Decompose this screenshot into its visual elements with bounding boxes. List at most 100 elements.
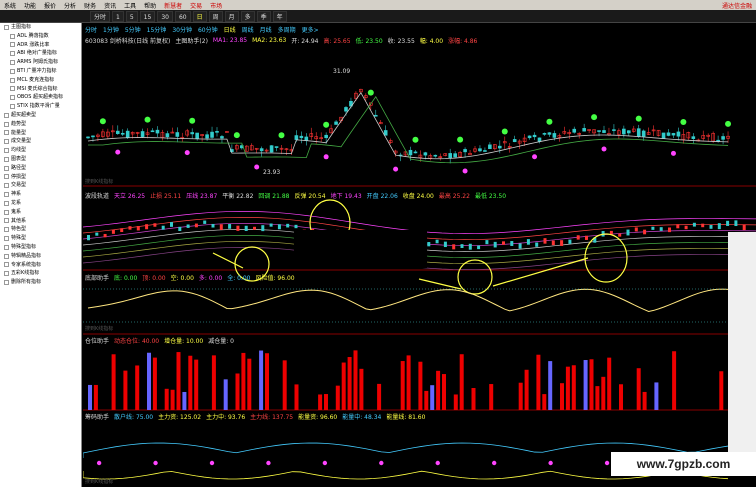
tree-item[interactable]: 主图指标 <box>0 23 81 32</box>
menu-item[interactable]: 新慧者 <box>160 1 186 10</box>
candle-body <box>542 133 547 135</box>
tree-item[interactable]: 特辑精品指标 <box>0 252 81 261</box>
position-bar <box>359 368 364 410</box>
candle-body <box>627 130 631 134</box>
position-value-1: 动态仓位: 40.00 <box>114 338 160 345</box>
tree-item[interactable]: 龙系 <box>0 199 81 208</box>
tree-item[interactable]: 专家系统指标 <box>0 261 81 270</box>
tree-item-label: BTI 广量冲力指标 <box>17 67 57 74</box>
tree-item[interactable]: ADL 腾落指数 <box>0 32 81 41</box>
tree-item[interactable]: MSI 麦氏综合指标 <box>0 85 81 94</box>
candle-body <box>691 136 696 139</box>
period-toolbar: 分时 1 5 15 30 60 日周月多季年 <box>0 10 756 23</box>
main-indicator-name[interactable]: 主图助手(2) <box>175 36 208 45</box>
menu-item[interactable]: 资讯 <box>100 1 120 10</box>
tree-item[interactable]: 均线型 <box>0 146 81 155</box>
menu-item[interactable]: 财务 <box>80 1 100 10</box>
period-tab[interactable]: 30分钟 <box>172 25 192 34</box>
period-tab[interactable]: 分时 <box>85 25 97 34</box>
menu-item[interactable]: 报价 <box>40 1 60 10</box>
tree-item[interactable]: 能量型 <box>0 129 81 138</box>
band-candle <box>535 242 539 247</box>
indicator-tree: 主图指标 ADL 腾落指数 ADR 涨跌比率 ABI 绝对广量指标 ARMS 阿姆氏指标… <box>0 23 82 487</box>
menu-item[interactable]: 交易 <box>186 1 206 10</box>
period-tab[interactable]: 更多> <box>302 25 319 34</box>
tree-item[interactable]: 成交量型 <box>0 137 81 146</box>
toolbar-period-button[interactable]: 分时 <box>90 10 111 22</box>
tree-item[interactable]: 其他系 <box>0 217 81 226</box>
band-value-11: 最低 23.50 <box>474 193 507 200</box>
toolbar-period-button[interactable]: 日 <box>192 10 207 22</box>
tree-item[interactable]: ARMS 阿姆氏指标 <box>0 58 81 67</box>
candle-body <box>478 148 482 152</box>
chip-marker <box>548 460 553 466</box>
period-tab[interactable]: 多周期 <box>278 25 296 34</box>
tree-item-label: 其他系 <box>11 217 27 224</box>
band-candle <box>692 222 696 227</box>
tree-item[interactable]: 停损型 <box>0 173 81 182</box>
chip-indicator-name[interactable]: 筹码助手 <box>85 412 109 421</box>
menu-item[interactable]: 工具 <box>120 1 140 10</box>
tree-item[interactable]: ABI 绝对广量指标 <box>0 49 81 58</box>
tree-item[interactable]: 特殊型指标 <box>0 243 81 252</box>
period-tab[interactable]: 日线 <box>224 25 236 34</box>
toolbar-period-button[interactable]: 60 <box>174 10 191 22</box>
tree-item[interactable]: 神系 <box>0 190 81 199</box>
period-tab[interactable]: 5分钟 <box>125 25 141 34</box>
highlight-circle <box>584 233 628 283</box>
tree-item[interactable]: 鬼系 <box>0 208 81 217</box>
candle-body <box>572 128 577 133</box>
menu-item[interactable]: 系统 <box>0 1 20 10</box>
position-value-3: 减仓量: 0 <box>208 338 234 345</box>
tree-item[interactable]: MCL 麦克连指标 <box>0 76 81 85</box>
tree-item[interactable]: 五彩K线指标 <box>0 269 81 278</box>
toolbar-period-button[interactable]: 30 <box>157 10 173 22</box>
period-tab[interactable]: 月线 <box>260 25 272 34</box>
menu-item[interactable]: 分析 <box>60 1 80 10</box>
chip-marker <box>491 460 497 466</box>
toolbar-period-button[interactable]: 多 <box>240 10 255 22</box>
tree-item[interactable]: STIX 指数平滑广量 <box>0 102 81 111</box>
toolbar-period-button[interactable]: 15 <box>139 10 156 22</box>
position-bar <box>377 383 382 410</box>
tree-item[interactable]: 删除所有指标 <box>0 278 81 287</box>
tree-item[interactable]: 交易型 <box>0 181 81 190</box>
tree-item[interactable]: 超买超卖型 <box>0 111 81 120</box>
toolbar-period-button[interactable]: 年 <box>272 10 287 22</box>
tree-item-label: ABI 绝对广量指标 <box>17 50 57 57</box>
bottom-indicator-name[interactable]: 底部助手 <box>85 273 109 282</box>
tree-item[interactable]: 趋势型 <box>0 120 81 129</box>
toolbar-period-button[interactable]: 周 <box>208 10 223 22</box>
tree-item[interactable]: 图表型 <box>0 155 81 164</box>
position-indicator-name[interactable]: 仓位助手 <box>85 336 109 345</box>
tree-item[interactable]: 特殊型 <box>0 234 81 243</box>
toolbar-period-button[interactable]: 5 <box>125 10 138 22</box>
menu-item[interactable]: 帮助 <box>140 1 160 10</box>
menu-item[interactable]: 市场 <box>206 1 226 10</box>
position-bar <box>176 352 181 410</box>
toolbar-period-button[interactable]: 月 <box>224 10 239 22</box>
tree-item[interactable]: OBOS 超买超卖指标 <box>0 93 81 102</box>
band-value-4: 平衡 22.82 <box>222 193 254 200</box>
position-bar <box>536 354 541 410</box>
band-candle <box>502 241 505 245</box>
menu-item[interactable]: 功能 <box>20 1 40 10</box>
main-pane-footer: 搜到K线指标 <box>85 179 114 185</box>
period-tab[interactable]: 15分钟 <box>147 25 167 34</box>
period-tab[interactable]: 60分钟 <box>198 25 218 34</box>
tree-item[interactable]: 路径型 <box>0 164 81 173</box>
tree-item-label: 成交量型 <box>11 138 32 145</box>
band-candle <box>211 223 215 228</box>
period-tab[interactable]: 1分钟 <box>103 25 119 34</box>
tree-item[interactable]: ADR 涨跌比率 <box>0 41 81 50</box>
band-candle <box>443 241 447 248</box>
toolbar-period-button[interactable]: 季 <box>256 10 271 22</box>
tree-item[interactable]: BTI 广量冲力指标 <box>0 67 81 76</box>
toolbar-period-button[interactable]: 1 <box>112 10 124 22</box>
highlight-circle <box>457 259 493 295</box>
tree-item-label: OBOS 超买超卖指标 <box>17 94 63 101</box>
tree-item[interactable]: 特色型 <box>0 225 81 234</box>
band-indicator-name[interactable]: 波段轨道 <box>85 191 109 200</box>
period-tab[interactable]: 周线 <box>242 25 254 34</box>
tree-item-label: 路径型 <box>11 164 27 171</box>
